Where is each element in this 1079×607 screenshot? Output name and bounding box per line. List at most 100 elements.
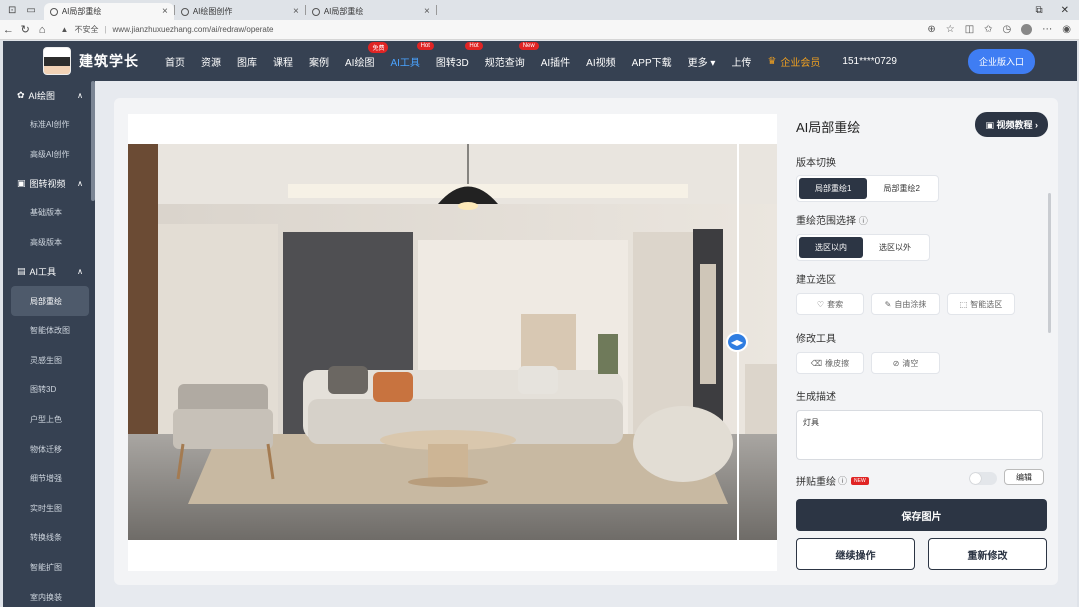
workspaces-icon[interactable]: ⊡ xyxy=(8,5,16,16)
clear-tool-button[interactable]: ⊘ 清空 xyxy=(871,352,940,374)
sidebar-item-smart-expand[interactable]: 智能扩图 xyxy=(3,553,95,583)
history-icon[interactable]: ◷ xyxy=(1003,24,1012,35)
selection-label: 建立选区 xyxy=(796,275,836,286)
sidebar-item-detail-enhance[interactable]: 细节增强 xyxy=(3,464,95,494)
sidebar-scrollbar[interactable] xyxy=(91,81,95,201)
living-room-image xyxy=(128,144,777,540)
panel-title: AI局部重绘 xyxy=(796,120,861,135)
sidebar-item-realtime[interactable]: 实时生图 xyxy=(3,494,95,524)
lasso-tool-button[interactable]: ♡ 套索 xyxy=(796,293,864,315)
sidebar-item-basic-version[interactable]: 基础版本 xyxy=(3,198,95,228)
menu-item-code-search[interactable]: 规范查询 New xyxy=(477,41,539,69)
video-tutorial-button[interactable]: ▣ 视频教程 › xyxy=(975,112,1048,137)
collage-edit-button[interactable]: 编辑 xyxy=(1004,469,1044,485)
close-window-icon[interactable]: ✕ xyxy=(1061,5,1069,16)
enterprise-entry-button[interactable]: 企业版入口 xyxy=(967,48,1035,74)
help-icon[interactable]: ⓘ xyxy=(838,474,847,487)
menu-item-courses[interactable]: 课程 xyxy=(265,54,301,69)
back-arrow-icon[interactable]: ← xyxy=(0,24,17,36)
menu-item-app-download[interactable]: APP下载 xyxy=(624,54,680,69)
browser-address-bar: ← ↻ ⌂ ▲ 不安全 | www.jianzhuxuezhang.com/ai… xyxy=(0,20,1079,40)
sidebar-item-image-to-3d[interactable]: 图转3D xyxy=(3,375,95,405)
url-field[interactable]: ▲ 不安全 | www.jianzhuxuezhang.com/ai/redra… xyxy=(57,22,928,38)
sidebar-item-object-move[interactable]: 物体迁移 xyxy=(3,434,95,464)
tab-close-icon[interactable]: × xyxy=(162,6,168,17)
sidebar-item-line-convert[interactable]: 转换线条 xyxy=(3,523,95,553)
smart-select-tool-button[interactable]: ⬚ 智能选区 xyxy=(947,293,1015,315)
eraser-tool-button[interactable]: ⌫ 橡皮擦 xyxy=(796,352,864,374)
browser-tab-3[interactable]: AI局部重绘 × xyxy=(306,3,436,20)
menu-item-resources[interactable]: 资源 xyxy=(193,54,229,69)
more-icon[interactable]: ⋯ xyxy=(1042,24,1052,35)
tab-close-icon[interactable]: × xyxy=(424,6,430,17)
browser-tab-2[interactable]: AI绘图创作 × xyxy=(175,3,305,20)
description-textarea[interactable]: 灯具 xyxy=(796,410,1043,460)
menu-item-ai-drawing[interactable]: AI绘图 免费 xyxy=(337,41,389,69)
favorite-star-icon[interactable]: ☆ xyxy=(946,24,955,35)
modify-label: 修改工具 xyxy=(796,334,836,345)
menu-item-more[interactable]: 更多 ▾ xyxy=(680,54,724,69)
menu-item-ai-video[interactable]: AI视频 xyxy=(578,54,623,69)
brand-name[interactable]: 建筑学长 xyxy=(79,51,139,71)
website: 建筑学长 首页 资源 图库 课程 案例 AI绘图 免费 AI工具 Hot 图转3D H… xyxy=(3,41,1077,607)
image-canvas[interactable]: ◀▶ xyxy=(128,114,777,571)
version-label: 版本切换 xyxy=(796,158,836,169)
brush-icon: ✎ xyxy=(884,299,892,309)
sidebar-group-ai-drawing[interactable]: ✿ AI绘图 ∧ xyxy=(3,81,95,110)
tab-title: AI绘图创作 xyxy=(192,7,233,16)
sidebar-group-ai-tools[interactable]: ▤ AI工具 ∧ xyxy=(3,257,95,286)
collage-toggle[interactable] xyxy=(969,472,997,485)
menu-item-home[interactable]: 首页 xyxy=(157,54,193,69)
home-icon[interactable]: ⌂ xyxy=(34,24,51,36)
range-option-outside[interactable]: 选区以外 xyxy=(863,237,927,258)
logo[interactable] xyxy=(43,47,71,75)
video-icon: ▣ xyxy=(17,178,26,189)
redo-button[interactable]: 重新修改 xyxy=(928,538,1047,570)
clear-icon: ⊘ xyxy=(892,358,900,368)
tab-close-icon[interactable]: × xyxy=(293,6,299,17)
favorites-icon[interactable]: ✩ xyxy=(984,24,992,35)
refresh-icon[interactable]: ↻ xyxy=(17,23,34,36)
sidebar-group-image-to-video[interactable]: ▣ 图转视频 ∧ xyxy=(3,169,95,198)
sidebar-item-agent-edit[interactable]: 智能体改图 xyxy=(3,316,95,346)
version-option-2[interactable]: 局部重绘2 xyxy=(867,178,935,199)
save-image-button[interactable]: 保存图片 xyxy=(796,499,1047,531)
sidebar-item-interior-dress[interactable]: 室内换装 xyxy=(3,582,95,607)
restore-window-icon[interactable]: ⧉ xyxy=(1035,5,1042,16)
sidebar-item-inspiration[interactable]: 灵感生图 xyxy=(3,346,95,376)
tab-favicon-icon xyxy=(49,7,58,16)
chevron-up-icon: ∧ xyxy=(77,267,83,277)
sidebar-item-advanced-version[interactable]: 高级版本 xyxy=(3,228,95,258)
menu-item-upload[interactable]: 上传 xyxy=(723,54,759,69)
compare-slider-handle[interactable]: ◀▶ xyxy=(726,332,748,352)
copilot-icon[interactable]: ◉ xyxy=(1062,24,1071,35)
version-option-1[interactable]: 局部重绘1 xyxy=(799,178,868,199)
panel-scrollbar[interactable] xyxy=(1048,193,1051,333)
desc-label: 生成描述 xyxy=(796,392,836,403)
sidebar-item-advanced-ai[interactable]: 高级AI创作 xyxy=(3,140,95,170)
menu-item-ai-tools[interactable]: AI工具 Hot xyxy=(382,41,434,69)
continue-button[interactable]: 继续操作 xyxy=(796,538,915,570)
hot-badge: Hot xyxy=(465,41,483,50)
browser-tab-1[interactable]: AI局部重绘 × xyxy=(43,3,174,20)
menu-item-image-to-3d[interactable]: 图转3D Hot xyxy=(428,41,483,69)
free-paint-tool-button[interactable]: ✎ 自由涂抹 xyxy=(871,293,940,315)
zoom-icon[interactable]: ⊕ xyxy=(927,24,935,35)
vip-link[interactable]: ♛ 企业会员 xyxy=(767,54,820,69)
tab-actions-icon[interactable]: ▭ xyxy=(26,5,35,16)
room-photo[interactable]: ◀▶ xyxy=(128,144,777,540)
menu-item-gallery[interactable]: 图库 xyxy=(229,54,265,69)
user-phone[interactable]: 151****0729 xyxy=(842,56,897,67)
profile-avatar[interactable] xyxy=(1021,24,1033,35)
tab-favicon-icon xyxy=(180,7,189,16)
sidebar-item-standard-ai[interactable]: 标准AI创作 xyxy=(3,110,95,140)
menu-item-ai-plugin[interactable]: AI插件 xyxy=(533,54,578,69)
url-text: www.jianzhuxuezhang.com/ai/redraw/operat… xyxy=(112,25,274,34)
range-option-inside[interactable]: 选区以内 xyxy=(799,237,863,258)
menu-item-cases[interactable]: 案例 xyxy=(301,54,337,69)
split-screen-icon[interactable]: ◫ xyxy=(965,24,974,35)
help-icon[interactable]: ⓘ xyxy=(859,216,868,226)
sidebar-item-floorplan-color[interactable]: 户型上色 xyxy=(3,405,95,435)
sidebar-item-local-redraw[interactable]: 局部重绘 xyxy=(11,286,89,316)
tab-title: AI局部重绘 xyxy=(323,7,364,16)
